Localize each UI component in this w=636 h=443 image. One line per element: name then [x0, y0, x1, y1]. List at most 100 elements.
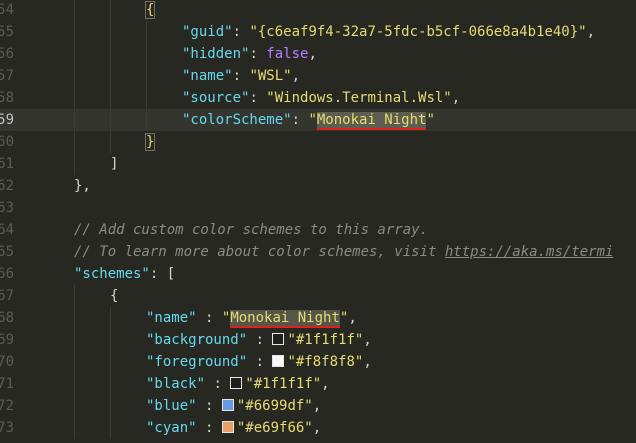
indent-guide — [74, 153, 75, 175]
indent-guide — [110, 373, 111, 395]
code-text: "source": "Windows.Terminal.Wsl", — [182, 87, 460, 109]
indent-guide — [74, 285, 75, 307]
indent-guide — [74, 87, 75, 109]
code-line[interactable]: 66 "schemes": [ — [0, 263, 636, 285]
indent-guide — [110, 43, 111, 65]
token-punct: , — [586, 24, 596, 40]
code-line[interactable]: 72 "blue" : "#6699df", — [0, 395, 636, 417]
indent-guide — [110, 329, 111, 351]
code-line[interactable]: 59 "colorScheme": "Monokai Night" — [0, 109, 636, 131]
link[interactable]: https://aka.ms/termi — [445, 244, 614, 260]
code-text: } — [144, 131, 156, 153]
code-line[interactable]: 54 { — [0, 0, 636, 21]
token-punct: { — [110, 288, 119, 304]
token-punct: , — [363, 354, 372, 370]
indent-guide — [74, 373, 75, 395]
color-swatch[interactable] — [272, 355, 285, 367]
token-punct: , — [312, 420, 322, 436]
color-swatch[interactable] — [221, 399, 234, 411]
line-number: 67 — [0, 288, 14, 304]
code-text: "blue" : "#6699df", — [146, 395, 321, 417]
token-key: "foreground" — [146, 354, 248, 370]
indent-guide — [74, 351, 75, 373]
code-line[interactable]: 67 { — [0, 285, 636, 307]
code-line[interactable]: 55 "guid": "{c6eaf9f4-32a7-5fdc-b5cf-066e… — [0, 21, 636, 43]
token-bracket-match: { — [144, 1, 156, 19]
code-editor[interactable]: 54 {55 "guid": "{c6eaf9f4-32a7-5fdc-b5cf-0… — [0, 0, 636, 443]
code-line[interactable]: 56 "hidden": false, — [0, 43, 636, 65]
token-key: "hidden" — [182, 46, 250, 62]
code-text: }, — [74, 175, 91, 197]
line-number: 65 — [0, 244, 14, 260]
code-line[interactable]: 63 — [0, 197, 636, 219]
line-number: 72 — [0, 398, 14, 414]
token-punct: : — [205, 376, 231, 392]
spellcheck-error: Monokai Night — [316, 112, 427, 130]
code-line[interactable]: 60} — [0, 131, 636, 153]
token-comment: // To learn more about color schemes, vi… — [74, 244, 445, 260]
token-str: "#6699df" — [236, 398, 313, 414]
code-line[interactable]: 58 "source": "Windows.Terminal.Wsl", — [0, 87, 636, 109]
code-line[interactable]: 73 "cyan" : "#e69f66", — [0, 417, 636, 439]
line-number: 58 — [0, 90, 14, 106]
spellcheck-error: Monokai Night — [230, 310, 340, 328]
code-line[interactable]: 69 "background" : "#1f1f1f", — [0, 329, 636, 351]
token-key: "name" — [182, 68, 233, 84]
indent-guide — [74, 43, 75, 65]
token-key: "colorScheme" — [182, 112, 292, 128]
token-str: "WSL" — [249, 68, 292, 84]
code-text: "schemes": [ — [74, 263, 175, 285]
code-text: "colorScheme": "Monokai Night" — [182, 109, 435, 131]
indent-guide — [74, 109, 75, 131]
line-number: 71 — [0, 376, 14, 392]
indent-guide — [74, 131, 75, 153]
line-number: 63 — [0, 200, 14, 216]
code-text: // Add custom color schemes to this arra… — [74, 219, 428, 241]
line-number: 60 — [0, 134, 14, 150]
indent-guide — [110, 131, 111, 153]
code-line[interactable]: 64 // Add custom color schemes to this ar… — [0, 219, 636, 241]
line-number: 61 — [0, 156, 14, 172]
token-key: "black" — [146, 376, 206, 392]
indent-guide — [110, 351, 111, 373]
color-swatch[interactable] — [221, 421, 234, 433]
code-line[interactable]: 70 "foreground" : "#f8f8f8", — [0, 351, 636, 373]
code-text: "background" : "#1f1f1f", — [146, 329, 372, 351]
token-punct: , — [312, 398, 322, 414]
code-line[interactable]: 71 "black" : "#1f1f1f", — [0, 373, 636, 395]
token-str: "{c6eaf9f4-32a7-5fdc-b5cf-066e8a4b1e40}" — [249, 24, 587, 40]
code-line[interactable]: 62}, — [0, 175, 636, 197]
token-str: " — [308, 112, 317, 128]
token-punct: , — [291, 68, 301, 84]
token-punct: , — [321, 376, 330, 392]
code-line[interactable]: 57 "name": "WSL", — [0, 65, 636, 87]
token-key: "background" — [146, 332, 248, 348]
token-punct: , — [363, 332, 372, 348]
indent-guide — [110, 109, 111, 131]
color-swatch[interactable] — [230, 377, 243, 389]
line-number: 69 — [0, 332, 14, 348]
indent-guide — [74, 21, 75, 43]
code-text: "black" : "#1f1f1f", — [146, 373, 330, 395]
code-text: "name": "WSL", — [182, 65, 300, 87]
token-punct: : — [196, 398, 222, 414]
code-line[interactable]: 68 "name" : "Monokai Night", — [0, 307, 636, 329]
code-line[interactable]: 65 // To learn more about color schemes, … — [0, 241, 636, 263]
indent-guide — [146, 65, 147, 87]
code-line[interactable]: 61] — [0, 153, 636, 175]
token-punct: : [ — [149, 266, 176, 282]
indent-guide — [146, 43, 147, 65]
color-swatch[interactable] — [272, 333, 285, 345]
token-str: " — [426, 112, 435, 128]
token-punct: : — [232, 68, 250, 84]
token-key: "name" — [146, 310, 197, 326]
token-key: "guid" — [182, 24, 233, 40]
token-str: "#1f1f1f" — [245, 376, 322, 392]
line-number: 73 — [0, 420, 14, 436]
indent-guide — [146, 21, 147, 43]
token-key: "blue" — [146, 398, 197, 414]
code-text: "guid": "{c6eaf9f4-32a7-5fdc-b5cf-066e8a… — [182, 21, 595, 43]
line-number: 57 — [0, 68, 14, 84]
token-punct: , — [308, 46, 317, 62]
indent-guide — [146, 109, 147, 131]
